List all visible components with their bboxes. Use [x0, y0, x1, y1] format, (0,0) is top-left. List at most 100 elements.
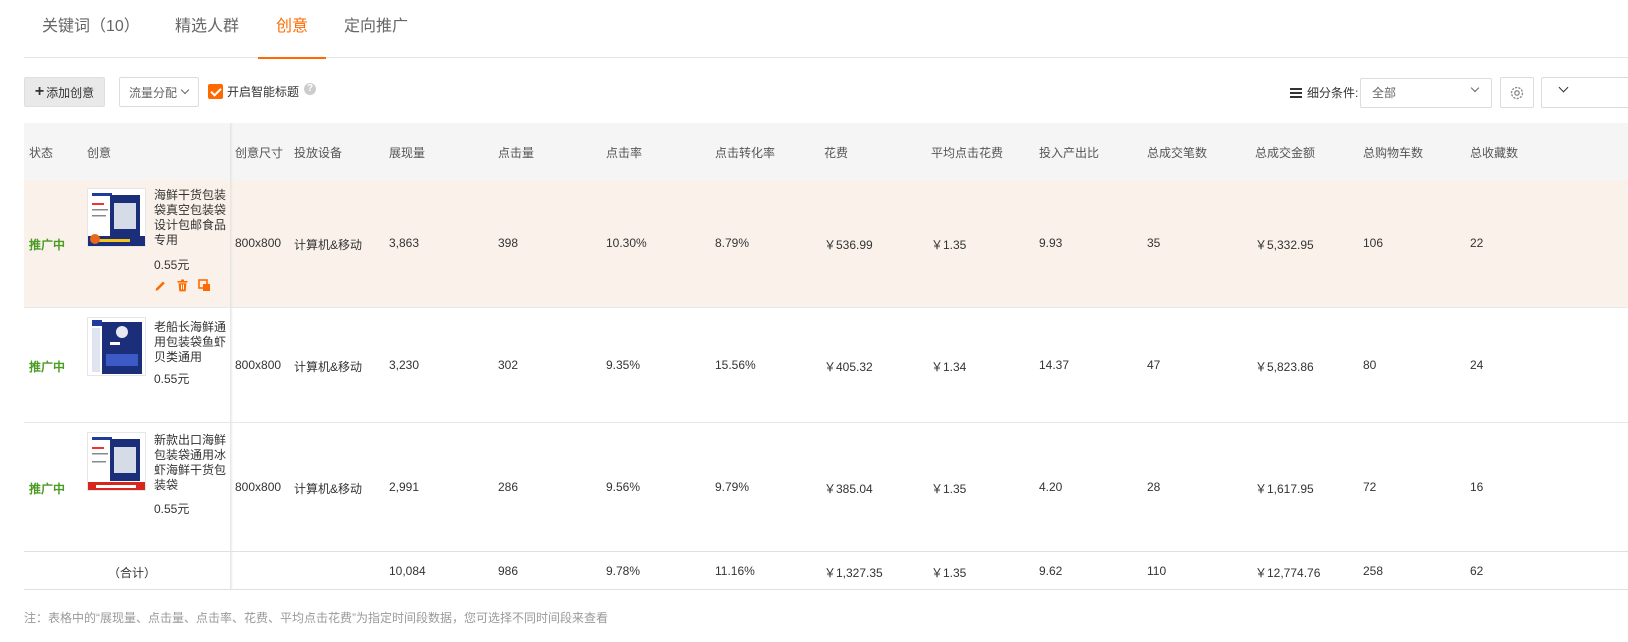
- total-cvr: 11.16%: [715, 564, 755, 578]
- col-header[interactable]: 点击转化率: [715, 144, 775, 161]
- tab-audience[interactable]: 精选人群: [175, 0, 239, 58]
- device-cell: 计算机&移动: [294, 360, 363, 374]
- col-header: 创意: [87, 146, 112, 160]
- segment-select[interactable]: 全部: [1360, 78, 1492, 108]
- col-header[interactable]: 总收藏数: [1470, 144, 1518, 161]
- edit-icon[interactable]: [154, 279, 167, 292]
- list-icon: [1290, 87, 1302, 98]
- col-header[interactable]: 平均点击花费: [931, 144, 1003, 161]
- roi-cell: 14.37: [1039, 358, 1070, 372]
- status-badge: 推广中: [29, 482, 66, 496]
- cvr-cell: 15.56%: [715, 358, 756, 372]
- device-cell: 计算机&移动: [294, 238, 363, 252]
- orders-cell: 47: [1147, 358, 1161, 372]
- fixed-column-divider: [230, 123, 233, 590]
- total-roi: 9.62: [1039, 564, 1063, 578]
- col-header[interactable]: 总成交金额: [1255, 144, 1315, 161]
- status-badge: 推广中: [29, 238, 66, 252]
- smart-title-label: 开启智能标题: [227, 85, 300, 99]
- orders-cell: 35: [1147, 236, 1161, 250]
- col-header[interactable]: 花费: [824, 144, 848, 161]
- device-cell: 计算机&移动: [294, 482, 363, 496]
- table-footnote: 注：表格中的“展现量、点击量、点击率、花费、平均点击花费”为指定时间段数据，您可…: [24, 611, 608, 625]
- add-creative-button[interactable]: + 添加创意: [24, 77, 105, 107]
- package-image: [88, 318, 145, 375]
- col-header: 投放设备: [294, 146, 343, 160]
- table-row: 推广中 海鲜干货包装袋真空包装袋设计包邮食品专用 0.55元 800x800 计…: [24, 180, 1628, 308]
- traffic-allocation-dropdown[interactable]: 流量分配: [119, 77, 199, 107]
- clicks-cell: 302: [498, 358, 519, 372]
- col-header[interactable]: 点击率: [606, 144, 642, 161]
- row-actions: [154, 279, 211, 292]
- creative-title: 老船长海鲜通用包装袋鱼虾贝类通用: [154, 320, 227, 364]
- chevron-down-icon: [1558, 82, 1569, 93]
- total-impressions: 10,084: [389, 564, 426, 578]
- orders-cell: 28: [1147, 480, 1161, 494]
- cvr-cell: 8.79%: [715, 236, 750, 250]
- smart-title-toggle[interactable]: 开启智能标题 ?: [208, 82, 317, 100]
- toolbar: + 添加创意 流量分配 开启智能标题 ? 细分条件: 全部: [24, 76, 1628, 110]
- cost-cell: ￥536.99: [824, 238, 873, 252]
- segment-condition: 细分条件:: [1290, 84, 1358, 101]
- ctr-cell: 9.35%: [606, 358, 641, 372]
- impressions-cell: 3,230: [389, 358, 420, 372]
- segment-select-value: 全部: [1372, 86, 1397, 100]
- copy-icon[interactable]: [198, 279, 211, 292]
- cpc-cell: ￥1.35: [931, 238, 967, 252]
- col-header[interactable]: 总购物车数: [1363, 144, 1423, 161]
- table-row: 推广中 新款出口海鲜包装袋通用冰虾海鲜干货包装袋 0.55元 800x800 计…: [24, 423, 1628, 551]
- total-label: （合计）: [108, 566, 157, 580]
- roi-cell: 9.93: [1039, 236, 1063, 250]
- creative-table: 状态 创意 创意尺寸 投放设备 展现量 点击量 点击率 点击转化率 花费 平均点…: [24, 123, 1628, 590]
- gmv-cell: ￥1,617.95: [1255, 482, 1314, 496]
- cost-cell: ￥385.04: [824, 482, 873, 496]
- checkbox-checked[interactable]: [208, 84, 223, 99]
- col-header: 状态: [29, 146, 54, 160]
- total-row: （合计） 10,084 986 9.78% 11.16% ￥1,327.35 ￥…: [24, 551, 1628, 590]
- expand-button[interactable]: [1541, 77, 1628, 108]
- impressions-cell: 2,991: [389, 480, 420, 494]
- total-clicks: 986: [498, 564, 519, 578]
- creative-thumbnail[interactable]: [87, 432, 146, 491]
- carts-cell: 106: [1363, 236, 1384, 250]
- favs-cell: 24: [1470, 358, 1484, 372]
- size-cell: 800x800: [235, 358, 282, 372]
- status-badge: 推广中: [29, 360, 66, 374]
- size-cell: 800x800: [235, 480, 282, 494]
- clicks-cell: 286: [498, 480, 519, 494]
- impressions-cell: 3,863: [389, 236, 420, 250]
- chevron-down-icon: [180, 85, 190, 95]
- package-image: [88, 433, 145, 490]
- col-header[interactable]: 点击量: [498, 144, 534, 161]
- package-image: [88, 189, 145, 246]
- table-row: 推广中 老船长海鲜通用包装袋鱼虾贝类通用 0.55元 800x800 计算机&移…: [24, 308, 1628, 423]
- tab-targeting[interactable]: 定向推广: [344, 0, 408, 58]
- gmv-cell: ￥5,823.86: [1255, 360, 1314, 374]
- settings-button[interactable]: [1500, 77, 1534, 108]
- favs-cell: 22: [1470, 236, 1484, 250]
- total-ctr: 9.78%: [606, 564, 641, 578]
- traffic-allocation-label: 流量分配: [129, 85, 178, 100]
- total-favs: 62: [1470, 564, 1484, 578]
- ctr-cell: 10.30%: [606, 236, 647, 250]
- creative-title: 新款出口海鲜包装袋通用冰虾海鲜干货包装袋: [154, 433, 227, 492]
- ctr-cell: 9.56%: [606, 480, 641, 494]
- col-header[interactable]: 总成交笔数: [1147, 144, 1207, 161]
- creative-thumbnail[interactable]: [87, 188, 146, 247]
- col-header[interactable]: 展现量: [389, 144, 425, 161]
- gmv-cell: ￥5,332.95: [1255, 238, 1314, 252]
- favs-cell: 16: [1470, 480, 1484, 494]
- help-icon[interactable]: ?: [304, 82, 317, 95]
- tab-creative[interactable]: 创意: [258, 0, 326, 59]
- col-header[interactable]: 投入产出比: [1039, 144, 1099, 161]
- clicks-cell: 398: [498, 236, 519, 250]
- creative-thumbnail[interactable]: [87, 317, 146, 376]
- plus-icon: +: [34, 83, 45, 100]
- size-cell: 800x800: [235, 236, 282, 250]
- trash-icon[interactable]: [176, 279, 189, 292]
- tab-keywords[interactable]: 关键词（10）: [42, 0, 140, 58]
- total-carts: 258: [1363, 564, 1384, 578]
- segment-condition-label: 细分条件:: [1307, 86, 1359, 100]
- roi-cell: 4.20: [1039, 480, 1063, 494]
- total-cpc: ￥1.35: [931, 566, 967, 580]
